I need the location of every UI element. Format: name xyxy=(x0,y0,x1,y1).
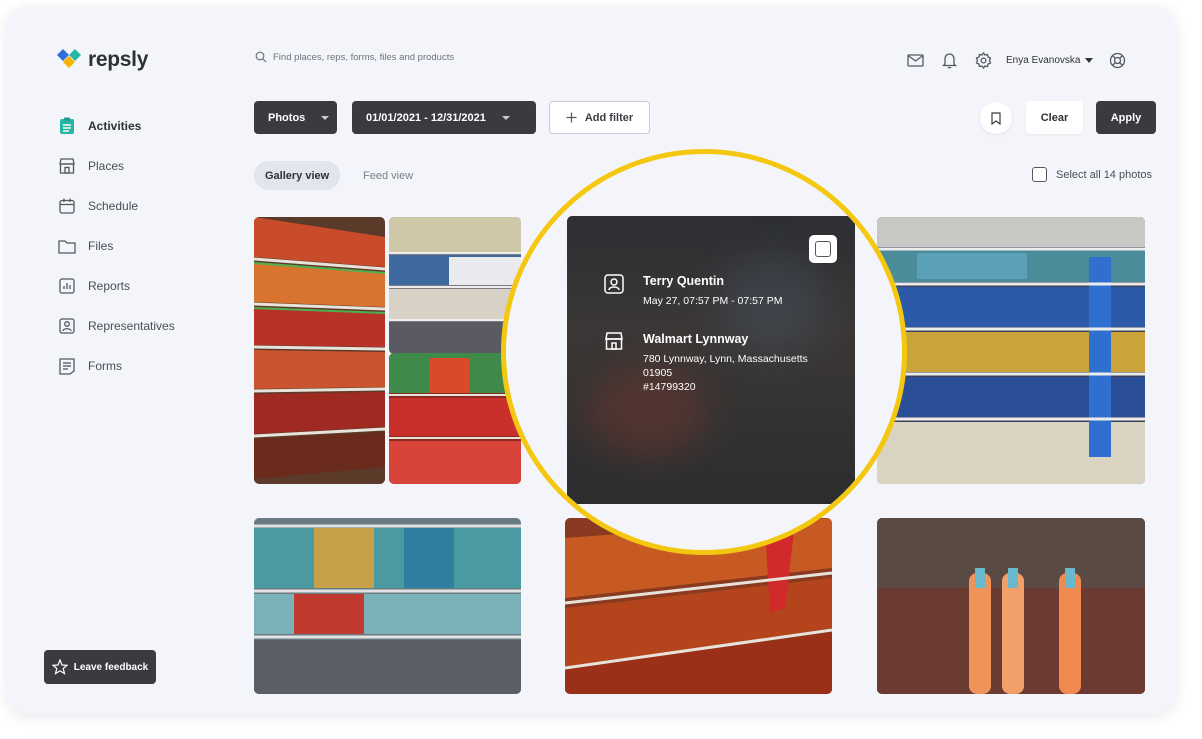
place-id: #14799320 xyxy=(643,381,696,393)
visit-time: May 27, 07:57 PM - 07:57 PM xyxy=(643,295,783,307)
caret-down-icon xyxy=(501,115,510,120)
logo-mark-icon xyxy=(57,49,81,68)
global-search[interactable] xyxy=(255,51,513,63)
tab-gallery-view[interactable]: Gallery view xyxy=(254,161,341,190)
photo-select-checkbox[interactable] xyxy=(809,235,837,263)
add-filter-label: Add filter xyxy=(584,111,634,124)
sidebar-item-label: Forms xyxy=(88,359,122,373)
user-menu[interactable]: Enya Evanovska xyxy=(1006,55,1093,66)
bookmark-icon xyxy=(991,111,1001,125)
leave-feedback-button[interactable]: Leave feedback xyxy=(44,650,156,684)
sidebar-nav: Activities Places Schedule Files Reports xyxy=(56,106,246,386)
bell-icon[interactable] xyxy=(938,49,960,71)
search-input[interactable] xyxy=(273,51,513,63)
user-name: Enya Evanovska xyxy=(1006,54,1081,66)
mail-icon[interactable] xyxy=(904,49,926,71)
feedback-label: Leave feedback xyxy=(73,661,149,673)
add-filter-button[interactable]: Add filter xyxy=(549,101,650,134)
date-range-dropdown[interactable]: 01/01/2021 - 12/31/2021 xyxy=(352,101,536,134)
rep-name: Terry Quentin xyxy=(643,274,725,288)
sidebar-item-forms[interactable]: Forms xyxy=(56,346,246,386)
place-name: Walmart Lynnway xyxy=(643,332,749,346)
sidebar-item-label: Activities xyxy=(88,119,142,133)
chevron-down-icon xyxy=(1084,57,1093,63)
star-icon xyxy=(51,659,68,675)
select-all-photos[interactable]: Select all 14 photos xyxy=(1032,167,1152,182)
save-filter-button[interactable] xyxy=(980,102,1012,134)
magnifier-callout: Terry Quentin May 27, 07:57 PM - 07:57 P… xyxy=(501,149,907,555)
brand-name: repsly xyxy=(88,48,149,71)
sidebar-item-representatives[interactable]: Representatives xyxy=(56,306,246,346)
select-all-label: Select all 14 photos xyxy=(1056,168,1153,181)
type-filter-label: Photos xyxy=(268,111,306,124)
person-badge-icon xyxy=(56,315,78,337)
calendar-icon xyxy=(56,195,78,217)
sidebar-item-reports[interactable]: Reports xyxy=(56,266,246,306)
tab-feed-view[interactable]: Feed view xyxy=(352,161,424,190)
gallery-photo[interactable] xyxy=(877,518,1145,694)
search-icon xyxy=(255,51,267,63)
sidebar-item-label: Files xyxy=(88,239,114,253)
gear-icon[interactable] xyxy=(972,49,994,71)
app-window: repsly Activities Places Schedule Files xyxy=(6,6,1176,714)
clear-button[interactable]: Clear xyxy=(1026,101,1083,134)
selected-photo-card[interactable]: Terry Quentin May 27, 07:57 PM - 07:57 P… xyxy=(567,216,855,504)
top-bar-actions: Enya Evanovska xyxy=(904,49,1141,71)
address-line-1: 780 Lynnway, Lynn, Massachusetts xyxy=(643,353,808,365)
person-badge-icon xyxy=(604,274,624,294)
repsly-logo[interactable]: repsly xyxy=(56,48,148,72)
place-info: Walmart Lynnway 780 Lynnway, Lynn, Massa… xyxy=(604,332,808,394)
help-icon[interactable] xyxy=(1107,49,1129,71)
clipboard-icon xyxy=(56,115,78,137)
apply-button[interactable]: Apply xyxy=(1096,101,1156,134)
folder-icon xyxy=(56,235,78,257)
type-filter-dropdown[interactable]: Photos xyxy=(254,101,337,134)
store-icon xyxy=(605,332,623,350)
gallery-photo[interactable] xyxy=(254,518,521,694)
sidebar-item-label: Places xyxy=(88,159,125,173)
address-line-2: 01905 xyxy=(643,367,673,379)
form-icon xyxy=(56,355,78,377)
plus-icon xyxy=(566,112,577,123)
sidebar-item-label: Schedule xyxy=(88,199,139,213)
select-all-checkbox[interactable] xyxy=(1032,167,1047,182)
bar-chart-icon xyxy=(56,275,78,297)
caret-down-icon xyxy=(321,115,330,120)
sidebar-item-label: Representatives xyxy=(88,319,175,333)
sidebar-item-label: Reports xyxy=(88,279,131,293)
gallery-photo[interactable] xyxy=(877,217,1145,484)
store-icon xyxy=(56,155,78,177)
date-range-label: 01/01/2021 - 12/31/2021 xyxy=(366,111,486,124)
sidebar-item-places[interactable]: Places xyxy=(56,146,246,186)
sidebar-item-schedule[interactable]: Schedule xyxy=(56,186,246,226)
sidebar-item-files[interactable]: Files xyxy=(56,226,246,266)
sidebar-item-activities[interactable]: Activities xyxy=(56,106,246,146)
rep-info: Terry Quentin May 27, 07:57 PM - 07:57 P… xyxy=(604,274,782,308)
gallery-photo[interactable] xyxy=(254,217,385,484)
